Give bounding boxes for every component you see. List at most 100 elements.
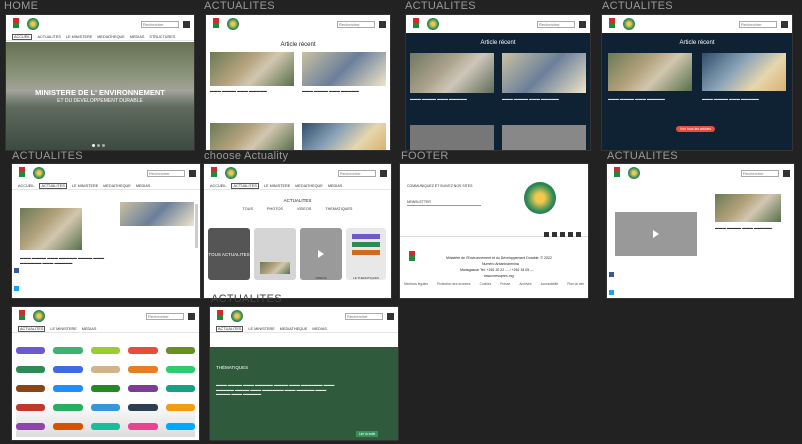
search-input[interactable]: Rechercher: [338, 169, 376, 177]
search-icon[interactable]: [579, 20, 586, 28]
search-input[interactable]: Rechercher: [739, 20, 777, 28]
nav-item-ministere[interactable]: LE MINISTERE: [264, 184, 290, 188]
article-image[interactable]: [702, 53, 786, 91]
thematic-pill[interactable]: [90, 385, 121, 392]
nav-item-actualites[interactable]: ACTUALITES: [216, 325, 244, 332]
footer-social[interactable]: [544, 232, 582, 237]
footer-link[interactable]: Protection des données: [437, 282, 471, 286]
thematic-pill[interactable]: [16, 385, 46, 392]
footer-link[interactable]: Plan du site: [567, 282, 584, 286]
article-image[interactable]: [410, 53, 494, 93]
scrollbar[interactable]: [195, 204, 198, 248]
nav-item-actualites[interactable]: ACTUALITES: [231, 182, 259, 189]
thematic-pill[interactable]: [165, 423, 195, 430]
search-icon[interactable]: [188, 312, 195, 320]
article-image[interactable]: [502, 125, 586, 150]
article-image[interactable]: [302, 52, 386, 86]
tab-thematiques[interactable]: THEMATIQUES: [325, 207, 352, 211]
article-image[interactable]: [715, 194, 781, 222]
search-icon[interactable]: [380, 169, 387, 177]
thematic-pill[interactable]: [16, 404, 46, 411]
thematic-pill[interactable]: [90, 404, 121, 411]
nav-item-medias[interactable]: MEDIAS: [328, 184, 343, 188]
thematic-pill[interactable]: [90, 366, 121, 373]
search-input[interactable]: Rechercher: [345, 312, 383, 320]
search-input[interactable]: Rechercher: [141, 20, 179, 28]
search-input[interactable]: Rechercher: [337, 20, 375, 28]
nav-item-mediatheque[interactable]: MEDIATHEQUE: [280, 327, 308, 331]
nav-item-ministere[interactable]: LE MINISTERE: [66, 35, 92, 39]
article-image[interactable]: [502, 53, 586, 93]
search-icon[interactable]: [783, 169, 790, 177]
thematic-pill[interactable]: [128, 404, 158, 411]
nav-item-structures[interactable]: STRUCTURES: [149, 35, 175, 39]
thematic-pill[interactable]: [165, 404, 195, 411]
search-icon[interactable]: [189, 169, 196, 177]
nav-item-accueil[interactable]: ACCUEIL: [210, 184, 226, 188]
tile-all-actualites[interactable]: TOUS ACTUALITES: [208, 228, 250, 280]
nav-item-medias[interactable]: MEDIAS: [82, 327, 97, 331]
search-input[interactable]: Rechercher: [741, 169, 779, 177]
video-player[interactable]: [615, 212, 697, 256]
search-input[interactable]: Rechercher: [146, 312, 184, 320]
newsletter-input[interactable]: [407, 205, 481, 206]
footer-link[interactable]: Archives: [519, 282, 531, 286]
website[interactable]: www.mesupres.mg: [484, 274, 514, 278]
nav-item-medias[interactable]: MEDIAS: [130, 35, 145, 39]
thematic-pill[interactable]: [90, 423, 121, 430]
nav-item-accueil[interactable]: ACCUEIL: [18, 184, 34, 188]
footer-link[interactable]: Mentions légales: [404, 282, 428, 286]
article-image[interactable]: [210, 123, 294, 150]
thematic-pill[interactable]: [53, 404, 83, 411]
social-share[interactable]: [609, 264, 615, 298]
search-icon[interactable]: [379, 20, 386, 28]
nav-item-actualites[interactable]: ACTUALITES: [18, 325, 46, 332]
thematic-pill[interactable]: [53, 347, 83, 354]
thematic-pill[interactable]: [128, 423, 158, 430]
thematic-pill[interactable]: [128, 366, 158, 373]
thematic-pill[interactable]: [16, 347, 46, 354]
tile-videos[interactable]: [300, 228, 342, 280]
nav-item-accueil[interactable]: ACCUEIL: [12, 33, 33, 40]
search-icon[interactable]: [387, 312, 394, 320]
article-image[interactable]: [608, 53, 692, 91]
nav-item-mediatheque[interactable]: MEDIATHEQUE: [103, 184, 131, 188]
search-icon[interactable]: [781, 20, 788, 28]
nav-item-ministere[interactable]: LE MINISTERE: [50, 327, 76, 331]
tile-thematiques[interactable]: [346, 228, 386, 280]
article-image[interactable]: [20, 208, 82, 250]
article-image[interactable]: [120, 202, 194, 226]
thematic-pill[interactable]: [165, 347, 195, 354]
search-icon[interactable]: [183, 20, 190, 28]
footer-link[interactable]: Presse: [500, 282, 510, 286]
tab-videos[interactable]: VIDEOS: [297, 207, 311, 211]
thematic-pill[interactable]: [53, 385, 83, 392]
thematic-pill[interactable]: [128, 385, 158, 392]
nav-item-mediatheque[interactable]: MEDIATHEQUE: [97, 35, 125, 39]
see-all-articles-button[interactable]: Voir tous les articles: [676, 126, 716, 132]
footer-link[interactable]: Accessibilité: [541, 282, 559, 286]
read-more-button[interactable]: Lire la suite: [356, 431, 379, 437]
nav-item-actualites[interactable]: ACTUALITES: [39, 182, 67, 189]
thematic-pill[interactable]: [165, 366, 195, 373]
tab-tous[interactable]: TOUS: [243, 207, 253, 211]
tile-photos[interactable]: [254, 228, 296, 280]
search-input[interactable]: Rechercher: [147, 169, 185, 177]
social-share[interactable]: [14, 260, 20, 298]
thematic-pill[interactable]: [90, 347, 121, 354]
nav-item-mediatheque[interactable]: MEDIATHEQUE: [295, 184, 323, 188]
nav-item-medias[interactable]: MEDIAS: [312, 327, 327, 331]
thematic-pill[interactable]: [128, 347, 158, 354]
article-image[interactable]: [210, 52, 294, 86]
footer-link[interactable]: Cookies: [480, 282, 492, 286]
article-image[interactable]: [302, 123, 386, 150]
article-image[interactable]: [410, 125, 494, 150]
thematic-pill[interactable]: [165, 385, 195, 392]
thematic-pill[interactable]: [53, 366, 83, 373]
thematic-pill[interactable]: [16, 366, 46, 373]
carousel-dots[interactable]: [92, 144, 105, 147]
search-input[interactable]: Rechercher: [537, 20, 575, 28]
nav-item-ministere[interactable]: LE MINISTERE: [72, 184, 98, 188]
nav-item-ministere[interactable]: LE MINISTERE: [248, 327, 274, 331]
thematic-pill[interactable]: [16, 423, 46, 430]
